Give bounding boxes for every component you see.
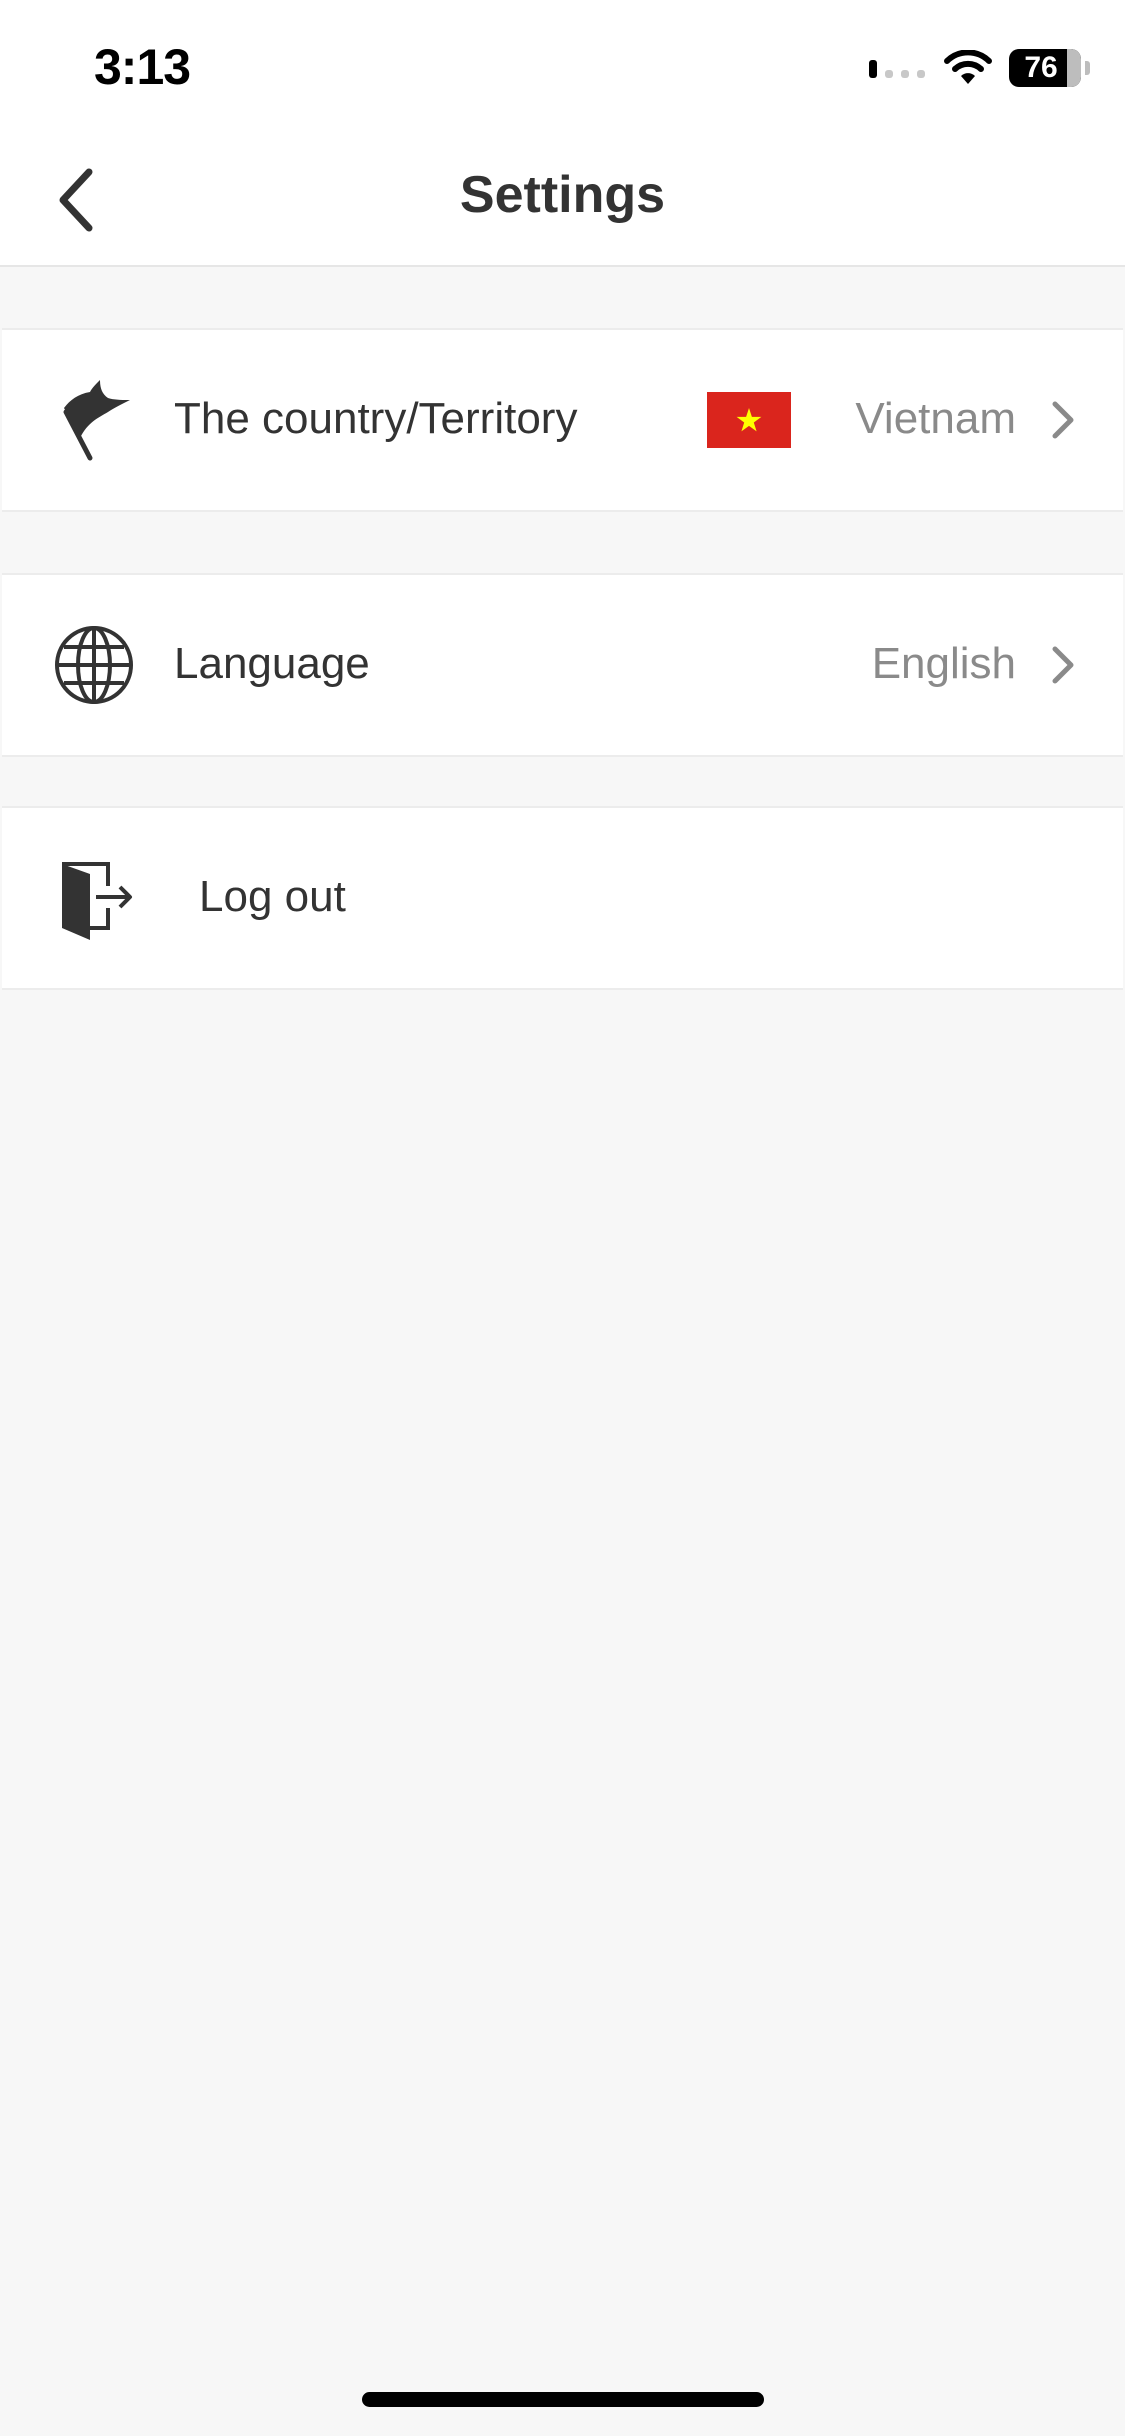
country-label: The country/Territory [174, 394, 578, 443]
battery-icon: 76 [1009, 49, 1090, 87]
logout-label: Log out [199, 872, 346, 921]
chevron-right-icon [1052, 401, 1074, 439]
flag-icon [63, 380, 130, 461]
status-time: 3:13 [94, 39, 191, 95]
wifi-icon [944, 50, 992, 84]
logout-door-icon [62, 862, 132, 940]
logout-row[interactable]: Log out [2, 806, 1123, 990]
globe-icon [55, 626, 133, 704]
status-bar: 3:13 76 [0, 0, 1125, 135]
page-title: Settings [459, 166, 666, 224]
country-territory-row[interactable]: The country/Territory Vietnam [2, 328, 1123, 512]
status-icons: 76 [869, 46, 1090, 90]
battery-level: 76 [1024, 51, 1058, 84]
language-label: Language [174, 639, 370, 688]
vietnam-flag-icon [707, 392, 791, 448]
signal-icon [869, 60, 925, 78]
language-value: English [871, 639, 1016, 688]
language-row[interactable]: Language English [2, 573, 1123, 757]
home-indicator[interactable] [362, 2392, 764, 2407]
navigation-bar: Settings [0, 135, 1125, 267]
country-value: Vietnam [855, 394, 1016, 443]
chevron-right-icon [1052, 646, 1074, 684]
